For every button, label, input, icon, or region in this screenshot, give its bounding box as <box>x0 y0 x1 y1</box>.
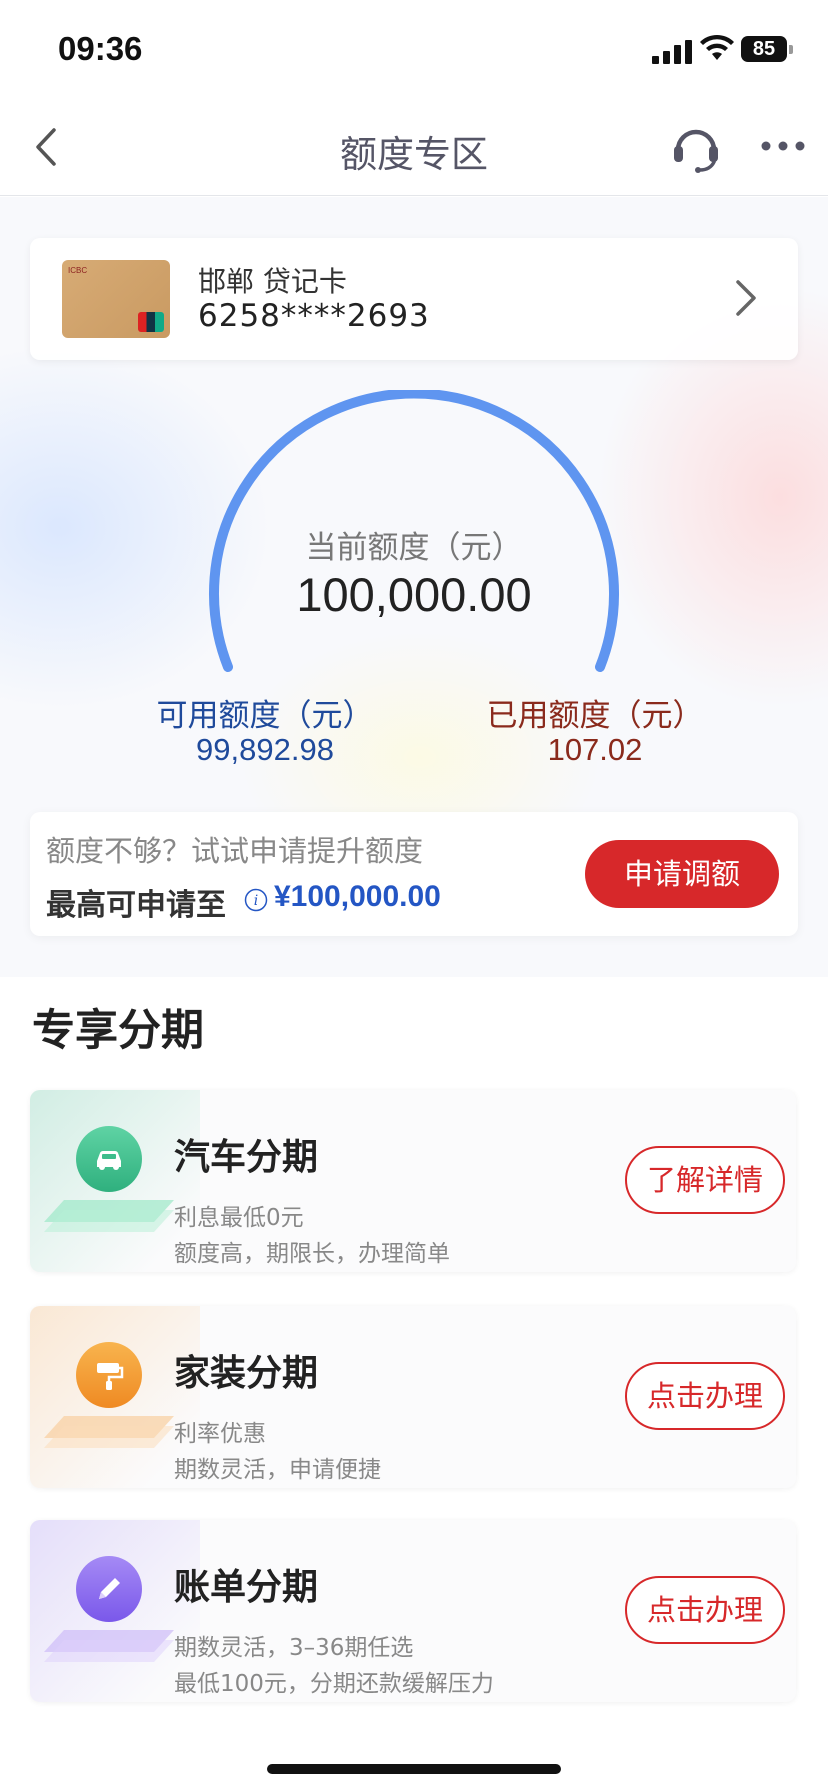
nav-bar: 额度专区 <box>0 100 828 196</box>
current-limit-value: 100,000.00 <box>296 568 532 621</box>
available-limit-value: 99,892.98 <box>196 732 334 767</box>
headset-icon[interactable] <box>670 120 722 174</box>
installment-desc: 最低100元，分期还款缓解压力 <box>174 1671 494 1697</box>
available-limit-label: 可用额度（元） <box>156 698 374 734</box>
signal-icon <box>652 40 692 64</box>
installment-title: 汽车分期 <box>174 1137 319 1178</box>
installment-desc: 期数灵活，3–36期任选 <box>174 1635 414 1661</box>
status-time: 09:36 <box>58 30 143 67</box>
installment-title: 家装分期 <box>174 1353 319 1394</box>
installment-desc: 利率优惠 <box>174 1421 266 1447</box>
card-selector[interactable]: ICBC 邯郸 贷记卡 6258****2693 <box>30 238 798 360</box>
card-number: 6258****2693 <box>198 298 430 334</box>
battery-tip <box>789 45 793 54</box>
used-limit-value: 107.02 <box>547 732 643 767</box>
apply-button[interactable]: 点击办理 <box>625 1576 785 1644</box>
apply-raise-button[interactable]: 申请调额 <box>585 840 779 908</box>
raise-max-amount: ¥100,000.00 <box>274 880 441 913</box>
raise-max-label: 最高可申请至 <box>46 888 226 923</box>
home-indicator[interactable] <box>267 1764 561 1774</box>
plate-decoration <box>44 1630 174 1662</box>
credit-card-image: ICBC <box>62 260 170 338</box>
battery-icon: 85 <box>741 36 793 62</box>
chevron-right-icon[interactable] <box>730 272 760 324</box>
installment-card-car[interactable]: 汽车分期 利息最低0元 额度高，期限长，办理简单 了解详情 <box>30 1090 796 1272</box>
learn-more-button[interactable]: 了解详情 <box>625 1146 785 1214</box>
installment-desc: 额度高，期限长，办理简单 <box>174 1241 450 1267</box>
card-name: 邯郸 贷记卡 <box>198 265 347 298</box>
paint-roller-icon <box>76 1342 142 1408</box>
car-icon <box>76 1126 142 1192</box>
card-bank-logo: ICBC <box>68 266 88 275</box>
status-bar: 09:36 85 <box>0 0 828 100</box>
wifi-icon <box>700 34 734 60</box>
more-icon[interactable] <box>760 136 806 156</box>
plate-decoration <box>44 1200 174 1232</box>
current-limit-label: 当前额度（元） <box>305 530 523 566</box>
installment-card-bill[interactable]: 账单分期 期数灵活，3–36期任选 最低100元，分期还款缓解压力 点击办理 <box>30 1520 796 1702</box>
installment-title: 账单分期 <box>174 1567 319 1608</box>
raise-limit-panel: 额度不够？试试申请提升额度 最高可申请至 i ¥100,000.00 申请调额 <box>30 812 798 936</box>
svg-text:i: i <box>254 893 258 909</box>
used-limit-label: 已用额度（元） <box>486 698 704 734</box>
section-title: 专享分期 <box>32 1006 204 1056</box>
installment-desc: 期数灵活，申请便捷 <box>174 1457 381 1483</box>
installment-card-home[interactable]: 家装分期 利率优惠 期数灵活，申请便捷 点击办理 <box>30 1306 796 1488</box>
pencil-icon <box>76 1556 142 1622</box>
unionpay-logo <box>138 312 164 332</box>
raise-hint: 额度不够？试试申请提升额度 <box>46 834 424 868</box>
battery-level: 85 <box>741 36 787 62</box>
apply-button[interactable]: 点击办理 <box>625 1362 785 1430</box>
plate-decoration <box>44 1416 174 1448</box>
installment-desc: 利息最低0元 <box>174 1205 304 1231</box>
info-icon[interactable]: i <box>244 888 268 912</box>
